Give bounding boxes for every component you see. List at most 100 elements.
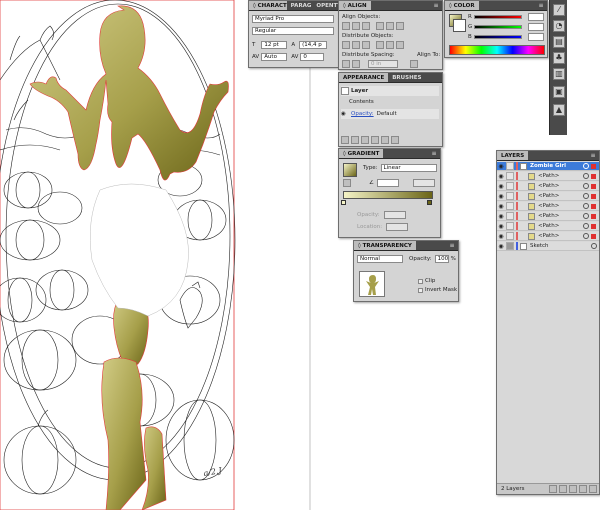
make-clipping-mask-icon[interactable]: [559, 485, 567, 493]
tab-paragraph[interactable]: PARAGR: [287, 1, 313, 10]
lock-toggle[interactable]: [506, 162, 514, 170]
panel-menu-icon[interactable]: ≡: [432, 2, 440, 10]
symbol-sprayer-icon[interactable]: ▥: [553, 68, 565, 80]
layer-name[interactable]: Zombie Girl: [530, 163, 583, 169]
distribute-top-icon[interactable]: [342, 41, 350, 49]
target-circle-icon[interactable]: [583, 183, 589, 189]
sublayer-row-path[interactable]: ◉ <Path>: [497, 182, 599, 191]
channel-g-slider[interactable]: [474, 25, 522, 29]
lock-icon[interactable]: [506, 242, 514, 250]
layer-name[interactable]: Sketch: [530, 243, 591, 249]
invert-mask-checkbox[interactable]: [418, 287, 423, 293]
clear-appearance-icon[interactable]: [371, 136, 379, 144]
selection-indicator[interactable]: [591, 193, 596, 199]
channel-r-slider[interactable]: [474, 15, 522, 19]
tab-gradient[interactable]: ◊ GRADIENT: [339, 149, 384, 158]
new-stroke-icon[interactable]: [341, 136, 349, 144]
locate-object-icon[interactable]: [549, 485, 557, 493]
visibility-eye-icon[interactable]: ◉: [497, 213, 505, 220]
appearance-opacity-row[interactable]: ◉ Opacity: Default: [341, 109, 439, 119]
align-to-selection-icon[interactable]: [410, 60, 418, 68]
font-size-field[interactable]: 12 pt: [261, 41, 288, 49]
panel-menu-icon[interactable]: ≡: [448, 242, 456, 250]
tab-character[interactable]: ◊ CHARACTER: [249, 1, 287, 10]
target-circle-icon[interactable]: [583, 163, 589, 169]
add-effect-icon[interactable]: [361, 136, 369, 144]
gradient-aspect-field[interactable]: [412, 179, 435, 187]
sublayer-row-path[interactable]: ◉ <Path>: [497, 222, 599, 231]
transparency-thumbnail[interactable]: [359, 271, 385, 297]
tab-opentype[interactable]: OPENTY: [312, 1, 338, 10]
align-right-icon[interactable]: [362, 22, 370, 30]
leading-field[interactable]: (14,4 p: [299, 41, 328, 49]
layer-row-sketch[interactable]: ◉ Sketch: [497, 242, 599, 251]
new-layer-icon[interactable]: [579, 485, 587, 493]
appearance-opacity-label[interactable]: Opacity:: [351, 111, 374, 117]
font-style-field[interactable]: Regular: [252, 27, 334, 35]
distribute-h-space-icon[interactable]: [352, 60, 360, 68]
delete-item-icon[interactable]: [391, 136, 399, 144]
blend-mode-select[interactable]: Normal: [357, 255, 403, 263]
selection-indicator[interactable]: [591, 203, 596, 209]
gradient-type-select[interactable]: Linear: [380, 164, 437, 172]
visibility-eye-icon[interactable]: ◉: [497, 233, 505, 240]
appearance-layer-row[interactable]: Layer: [341, 86, 439, 96]
lock-toggle[interactable]: [506, 222, 514, 230]
sublayer-row-path[interactable]: ◉ <Path>: [497, 212, 599, 221]
lock-toggle[interactable]: [506, 192, 514, 200]
gradient-location-field[interactable]: [386, 223, 409, 231]
path-name[interactable]: <Path>: [538, 203, 583, 209]
tab-color[interactable]: ◊ COLOR: [445, 1, 479, 10]
color-spectrum[interactable]: [449, 45, 545, 55]
path-name[interactable]: <Path>: [538, 183, 583, 189]
duplicate-item-icon[interactable]: [381, 136, 389, 144]
target-circle-icon[interactable]: [583, 173, 589, 179]
selection-indicator[interactable]: [591, 233, 596, 239]
selection-indicator[interactable]: [591, 213, 596, 219]
new-fill-icon[interactable]: [351, 136, 359, 144]
visibility-eye-icon[interactable]: ◉: [497, 223, 505, 230]
panel-menu-icon[interactable]: ≡: [537, 2, 545, 10]
transparency-opacity-field[interactable]: 100: [434, 255, 449, 263]
tab-align[interactable]: ◊ ALIGN: [339, 1, 371, 10]
tab-transparency[interactable]: ◊ TRANSPARENCY: [354, 241, 416, 250]
lock-toggle[interactable]: [506, 172, 514, 180]
graph-icon[interactable]: ▣: [553, 86, 565, 98]
panel-menu-icon[interactable]: ≡: [589, 152, 597, 160]
visibility-eye-icon[interactable]: ◉: [497, 203, 505, 210]
distribute-bottom-icon[interactable]: [362, 41, 370, 49]
panel-menu-icon[interactable]: ≡: [430, 150, 438, 158]
sublayer-row-path[interactable]: ◉ <Path>: [497, 202, 599, 211]
spacing-field[interactable]: 0 in: [368, 60, 398, 68]
stroke-swatch[interactable]: [453, 19, 466, 32]
channel-b-field[interactable]: [528, 33, 544, 41]
new-sublayer-icon[interactable]: [569, 485, 577, 493]
sublayer-row-path[interactable]: ◉ <Path>: [497, 192, 599, 201]
align-left-icon[interactable]: [342, 22, 350, 30]
gradient-icon[interactable]: ▤: [553, 36, 565, 48]
lock-toggle[interactable]: [506, 212, 514, 220]
target-circle-icon[interactable]: [583, 233, 589, 239]
target-circle-icon[interactable]: [583, 223, 589, 229]
clip-checkbox[interactable]: [418, 278, 423, 284]
align-center-h-icon[interactable]: [352, 22, 360, 30]
kerning-field[interactable]: Auto: [261, 53, 288, 61]
distribute-center-v-icon[interactable]: [352, 41, 360, 49]
visibility-eye-icon[interactable]: ◉: [497, 173, 505, 180]
target-circle-icon[interactable]: [591, 243, 597, 249]
channel-b-slider[interactable]: [474, 35, 522, 39]
reverse-gradient-icon[interactable]: [343, 179, 351, 187]
lock-toggle[interactable]: [506, 202, 514, 210]
path-name[interactable]: <Path>: [538, 223, 583, 229]
path-name[interactable]: <Path>: [538, 233, 583, 239]
gradient-angle-field[interactable]: [376, 179, 399, 187]
align-center-v-icon[interactable]: [386, 22, 394, 30]
artboard-icon[interactable]: ▲: [553, 104, 565, 116]
eyedropper-icon[interactable]: ⁄: [553, 4, 565, 16]
channel-g-field[interactable]: [528, 23, 544, 31]
visibility-eye-icon[interactable]: ◉: [497, 183, 505, 190]
align-top-icon[interactable]: [376, 22, 384, 30]
selection-indicator[interactable]: [591, 163, 596, 169]
visibility-eye-icon[interactable]: ◉: [497, 243, 505, 250]
visibility-eye-icon[interactable]: ◉: [497, 193, 505, 200]
